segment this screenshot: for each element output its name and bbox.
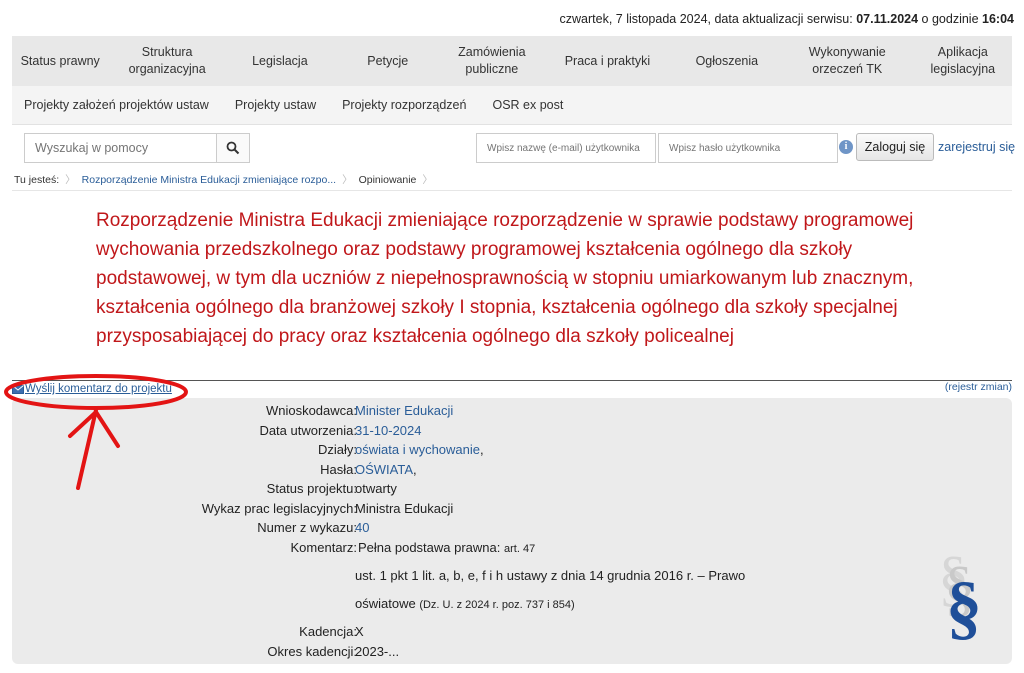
departments-value-wrap: oświata i wychowanie, (355, 442, 484, 457)
service-date: czwartek, 7 listopada 2024, data aktuali… (559, 12, 1014, 26)
departments-label: Działy: (317, 442, 357, 457)
subnav-osr-ex-post[interactable]: OSR ex post (492, 98, 563, 112)
detail-row-applicant: Wnioskodawca: Minister Edukacji (12, 403, 1012, 423)
keywords-value-wrap: OŚWIATA, (355, 462, 417, 477)
send-comment-link[interactable]: Wyślij komentarz do projektu (12, 383, 172, 395)
breadcrumb-prefix: Tu jesteś: (14, 173, 60, 186)
comment-line3a: oświatowe (355, 596, 416, 611)
nav-praca[interactable]: Praca i praktyki (542, 53, 673, 70)
detail-row-number: Numer z wykazu: 40 (12, 520, 1012, 540)
detail-row-worklist: Wykaz prac legislacyjnych: Ministra Eduk… (12, 501, 1012, 521)
breadcrumb-separator: 〉 (422, 174, 433, 186)
sub-nav: Projekty założeń projektów ustaw Projekt… (12, 86, 1012, 125)
term-period-label: Okres kadencji: (267, 644, 357, 659)
departments-suffix: , (480, 442, 484, 457)
login-button[interactable]: Zaloguj się (856, 133, 934, 161)
status-label: Status projektu: (266, 481, 357, 496)
search-button[interactable] (216, 134, 249, 162)
comment-line-3: oświatowe (Dz. U. z 2024 r. poz. 737 i 8… (12, 596, 1012, 616)
departments-value[interactable]: oświata i wychowanie (355, 442, 480, 457)
main-nav: Status prawny Struktura organizacyjna Le… (12, 36, 1012, 86)
divider (12, 190, 1012, 191)
term-period-value: 2023-... (355, 644, 400, 659)
comment-line-2: ust. 1 pkt 1 lit. a, b, e, f i h ustawy … (12, 568, 1012, 588)
search-icon (226, 141, 240, 155)
comment-art: art. 47 (504, 543, 536, 555)
envelope-icon (12, 384, 24, 394)
password-field-wrap (658, 133, 838, 163)
keywords-label: Hasła: (320, 462, 357, 477)
breadcrumb-separator: 〉 (342, 174, 353, 186)
send-comment-label: Wyślij komentarz do projektu (25, 383, 172, 395)
breadcrumb-separator: 〉 (65, 174, 76, 186)
term-label: Kadencja: (299, 624, 357, 639)
status-value: otwarty (355, 481, 397, 496)
paragraph-logo: § § § (934, 545, 1004, 658)
update-date: 07.11.2024 (856, 12, 919, 26)
applicant-label: Wnioskodawca: (265, 403, 357, 418)
comment-label: Komentarz: (290, 540, 357, 555)
page-title: Rozporządzenie Ministra Edukacji zmienia… (96, 210, 914, 347)
created-label: Data utworzenia: (259, 423, 357, 438)
divider (12, 380, 1012, 381)
term-value: X (355, 624, 364, 639)
comment-heading: Pełna podstawa prawna: (358, 540, 501, 555)
project-details-panel: Wnioskodawca: Minister Edukacji Data utw… (12, 398, 1012, 664)
detail-row-created: Data utworzenia: 31-10-2024 (12, 423, 1012, 443)
paragraph-logo-glyph: § (946, 567, 982, 647)
comment-heading-wrap: Pełna podstawa prawna: art. 47 (358, 540, 535, 555)
nav-status-prawny[interactable]: Status prawny (12, 53, 108, 70)
number-label: Numer z wykazu: (257, 520, 357, 535)
worklist-value: Ministra Edukacji (355, 501, 454, 516)
subnav-projekty-ustaw[interactable]: Projekty ustaw (235, 98, 316, 112)
created-value[interactable]: 31-10-2024 (355, 423, 422, 438)
detail-row-term: Kadencja: X (12, 624, 1012, 644)
update-time: 16:04 (982, 12, 1014, 26)
password-field[interactable] (659, 134, 837, 162)
info-icon[interactable]: i (839, 140, 853, 154)
detail-row-keywords: Hasła: OŚWIATA, (12, 462, 1012, 482)
change-registry-link[interactable]: (rejestr zmian) (945, 381, 1012, 393)
subnav-projekty-zalozen[interactable]: Projekty założeń projektów ustaw (24, 98, 209, 112)
comment-line3b: (Dz. U. z 2024 r. poz. 737 i 854) (419, 599, 575, 611)
comment-line2: ust. 1 pkt 1 lit. a, b, e, f i h ustawy … (355, 568, 746, 583)
keywords-suffix: , (413, 462, 417, 477)
detail-row-departments: Działy: oświata i wychowanie, (12, 442, 1012, 462)
register-link[interactable]: zarejestruj się (938, 140, 1015, 154)
search-box (24, 133, 250, 163)
nav-zamowienia[interactable]: Zamówienia publiczne (442, 44, 542, 78)
username-field-wrap (476, 133, 656, 163)
detail-row-status: Status projektu: otwarty (12, 481, 1012, 501)
subnav-projekty-rozporzadzen[interactable]: Projekty rozporządzeń (342, 98, 466, 112)
detail-row-comment: Komentarz: Pełna podstawa prawna: art. 4… (12, 540, 1012, 560)
worklist-label: Wykaz prac legislacyjnych: (201, 501, 357, 516)
breadcrumb: Tu jesteś: 〉 Rozporządzenie Ministra Edu… (14, 172, 439, 187)
nav-orzeczenia-tk[interactable]: Wykonywanie orzeczeń TK (781, 44, 914, 78)
breadcrumb-item-project[interactable]: Rozporządzenie Ministra Edukacji zmienia… (82, 174, 336, 186)
username-field[interactable] (477, 134, 655, 162)
applicant-value[interactable]: Minister Edukacji (355, 403, 453, 418)
nav-petycje[interactable]: Petycje (334, 53, 442, 70)
nav-struktura[interactable]: Struktura organizacyjna (108, 44, 226, 78)
breadcrumb-item-current: Opiniowanie (358, 173, 417, 186)
nav-ogloszenia[interactable]: Ogłoszenia (673, 53, 781, 70)
search-input[interactable] (25, 134, 216, 162)
detail-row-term-period: Okres kadencji: 2023-... (12, 644, 1012, 664)
nav-legislacja[interactable]: Legislacja (226, 53, 334, 70)
keywords-value[interactable]: OŚWIATA (355, 462, 413, 477)
comment-line3-wrap: oświatowe (Dz. U. z 2024 r. poz. 737 i 8… (355, 596, 575, 611)
number-value[interactable]: 40 (355, 520, 369, 535)
nav-aplikacja[interactable]: Aplikacja legislacyjna (914, 44, 1012, 78)
